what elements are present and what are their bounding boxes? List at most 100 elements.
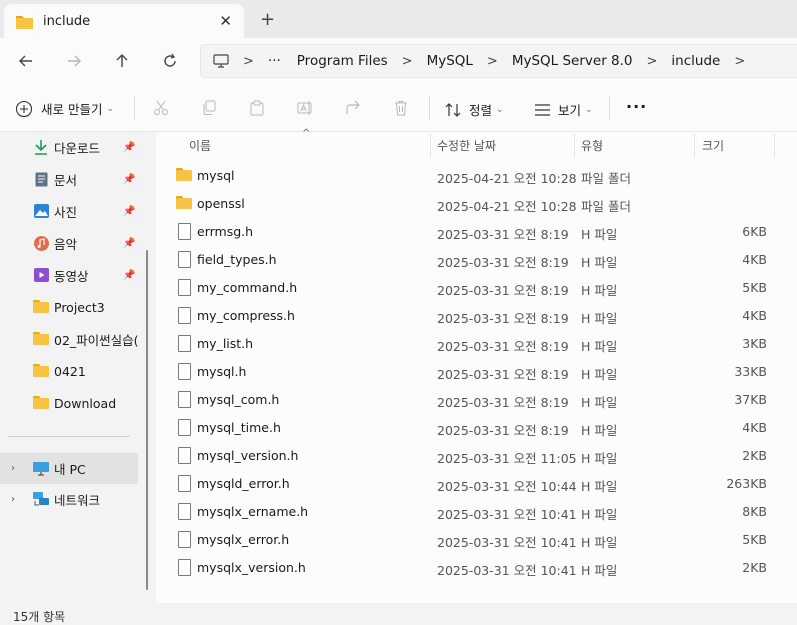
file-icon — [176, 447, 193, 464]
sidebar-item-python-practice[interactable]: 02_파이썬실습( — [0, 325, 140, 353]
sidebar-item-0421[interactable]: 0421 — [0, 357, 140, 385]
folder-icon — [33, 299, 49, 315]
breadcrumb-separator[interactable]: > — [243, 54, 254, 69]
sidebar-item-pictures[interactable]: 사진 📌 — [0, 197, 140, 225]
file-type: H 파일 — [581, 255, 618, 270]
new-button[interactable]: 새로 만들기 ⌄ — [15, 99, 114, 118]
copy-icon[interactable] — [201, 100, 217, 119]
breadcrumb-separator[interactable]: > — [402, 54, 413, 69]
file-name: mysql_com.h — [197, 392, 280, 407]
forward-arrow-icon[interactable] — [62, 49, 86, 73]
file-modified: 2025-04-21 오전 10:28 — [437, 199, 577, 214]
delete-icon[interactable] — [393, 100, 409, 119]
file-size: 4KB — [742, 308, 767, 323]
column-divider[interactable] — [574, 134, 575, 158]
sidebar-item-label: 0421 — [54, 363, 86, 379]
rename-icon[interactable] — [297, 100, 314, 119]
view-button[interactable]: 보기 ⌄ — [534, 100, 593, 119]
file-row[interactable]: mysqld_error.h 2025-03-31 오전 10:44 H 파일 263… — [156, 469, 797, 497]
file-row[interactable]: mysqlx_error.h 2025-03-31 오전 10:41 H 파일 5KB — [156, 525, 797, 553]
sidebar-scrollbar[interactable] — [146, 250, 148, 590]
file-icon — [176, 559, 193, 576]
close-icon[interactable]: ✕ — [219, 12, 232, 30]
column-header-type[interactable]: 유형 — [581, 132, 603, 158]
address-bar[interactable]: > ··· Program Files > MySQL > MySQL Serv… — [200, 44, 797, 78]
chevron-right-icon[interactable]: › — [11, 494, 15, 505]
sort-icon — [445, 102, 461, 117]
sidebar-item-network[interactable]: › 네트워크 — [0, 485, 140, 513]
folder-row[interactable]: mysql 2025-04-21 오전 10:28 파일 폴더 — [156, 161, 797, 189]
file-size: 8KB — [742, 504, 767, 519]
file-name: field_types.h — [197, 252, 277, 267]
chevron-right-icon[interactable]: › — [11, 463, 15, 474]
file-size: 5KB — [742, 280, 767, 295]
column-header-modified[interactable]: 수정한 날짜 — [437, 132, 496, 158]
share-icon[interactable] — [345, 100, 361, 119]
download-icon — [33, 139, 49, 155]
sort-button[interactable]: 정렬 ⌄ — [445, 100, 504, 119]
sidebar-item-downloads[interactable]: 다운로드 📌 — [0, 133, 140, 161]
file-row[interactable]: mysqlx_ername.h 2025-03-31 오전 10:41 H 파일 8K… — [156, 497, 797, 525]
file-modified: 2025-03-31 오전 10:41 — [437, 507, 577, 522]
breadcrumb-mysql[interactable]: MySQL — [427, 53, 473, 69]
file-row[interactable]: mysql_version.h 2025-03-31 오전 11:05 H 파일 2K… — [156, 441, 797, 469]
sidebar-item-download-folder[interactable]: Download — [0, 389, 140, 417]
column-divider[interactable] — [694, 134, 695, 158]
file-modified: 2025-03-31 오전 8:19 — [437, 367, 569, 382]
more-options-icon[interactable]: ··· — [626, 97, 647, 116]
breadcrumb-separator[interactable]: > — [487, 54, 498, 69]
file-name: mysqld_error.h — [197, 476, 290, 491]
column-header-name[interactable]: 이름 — [189, 132, 211, 158]
tab-strip: include ✕ + — [0, 0, 797, 38]
sidebar-item-label: 네트워크 — [54, 492, 101, 508]
sidebar-item-music[interactable]: 음악 📌 — [0, 229, 140, 257]
folder-row[interactable]: openssl 2025-04-21 오전 10:28 파일 폴더 — [156, 189, 797, 217]
up-arrow-icon[interactable] — [110, 49, 134, 73]
sidebar-item-documents[interactable]: 문서 📌 — [0, 165, 140, 193]
sidebar-item-this-pc[interactable]: › 내 PC — [0, 453, 138, 484]
plus-icon[interactable]: + — [260, 9, 275, 30]
file-type: H 파일 — [581, 227, 618, 242]
file-row[interactable]: my_compress.h 2025-03-31 오전 8:19 H 파일 4KB — [156, 301, 797, 329]
file-icon — [176, 475, 193, 492]
column-divider[interactable] — [430, 134, 431, 158]
status-bar: 15개 항목 — [0, 603, 797, 625]
file-row[interactable]: my_command.h 2025-03-31 오전 8:19 H 파일 5KB — [156, 273, 797, 301]
picture-icon — [33, 203, 49, 219]
file-size: 2KB — [742, 560, 767, 575]
back-arrow-icon[interactable] — [14, 49, 38, 73]
file-modified: 2025-03-31 오전 10:41 — [437, 563, 577, 578]
file-modified: 2025-03-31 오전 8:19 — [437, 255, 569, 270]
file-row[interactable]: mysqlx_version.h 2025-03-31 오전 10:41 H 파일 2… — [156, 553, 797, 581]
refresh-icon[interactable] — [158, 49, 182, 73]
file-row[interactable]: mysql.h 2025-03-31 오전 8:19 H 파일 33KB — [156, 357, 797, 385]
sidebar-divider — [8, 436, 130, 437]
sidebar-item-project3[interactable]: Project3 — [0, 293, 140, 321]
column-header-size[interactable]: 크기 — [702, 132, 724, 158]
file-row[interactable]: my_list.h 2025-03-31 오전 8:19 H 파일 3KB — [156, 329, 797, 357]
folder-icon — [33, 395, 49, 411]
sort-ascending-icon: ^ — [302, 128, 311, 139]
file-name: my_list.h — [197, 336, 254, 351]
document-icon — [33, 171, 49, 187]
breadcrumb-mysql-server[interactable]: MySQL Server 8.0 — [512, 53, 633, 69]
breadcrumb-program-files[interactable]: Program Files — [297, 53, 388, 69]
sidebar-item-label: 다운로드 — [54, 140, 101, 156]
breadcrumb-separator[interactable]: > — [647, 54, 658, 69]
sidebar-item-videos[interactable]: 동영상 📌 — [0, 261, 140, 289]
file-row[interactable]: mysql_time.h 2025-03-31 오전 8:19 H 파일 4KB — [156, 413, 797, 441]
sidebar-item-label: 사진 — [54, 204, 78, 220]
tab-include[interactable]: include ✕ — [4, 4, 244, 38]
monitor-icon[interactable] — [213, 54, 229, 68]
file-row[interactable]: field_types.h 2025-03-31 오전 8:19 H 파일 4KB — [156, 245, 797, 273]
file-row[interactable]: mysql_com.h 2025-03-31 오전 8:19 H 파일 37KB — [156, 385, 797, 413]
cut-icon[interactable] — [153, 100, 169, 119]
column-divider[interactable] — [774, 134, 775, 158]
breadcrumb-separator[interactable]: > — [734, 54, 745, 69]
sidebar-item-label: 문서 — [54, 172, 78, 188]
paste-icon[interactable] — [249, 100, 265, 119]
breadcrumb-more[interactable]: ··· — [268, 53, 281, 69]
file-row[interactable]: errmsg.h 2025-03-31 오전 8:19 H 파일 6KB — [156, 217, 797, 245]
sort-label: 정렬 — [469, 103, 493, 118]
breadcrumb-include[interactable]: include — [671, 53, 720, 69]
